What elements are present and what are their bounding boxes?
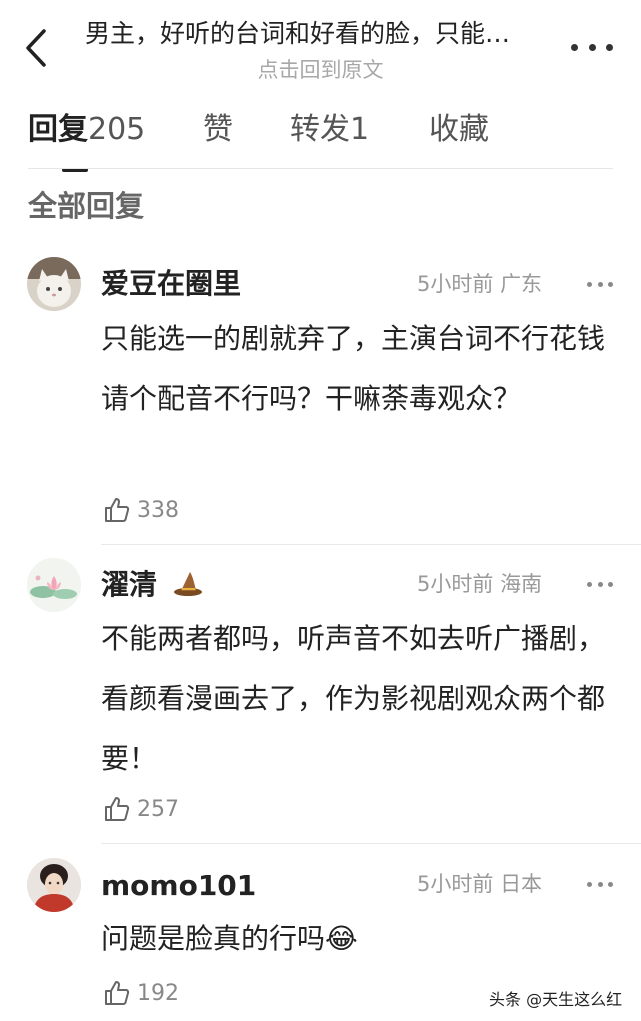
tab-likes-label: 赞 — [203, 112, 233, 147]
tab-replies-label: 回复 — [28, 112, 88, 147]
dot-icon — [608, 281, 613, 287]
dot-icon — [597, 881, 603, 887]
like-count: 257 — [137, 796, 179, 822]
dot-icon — [608, 881, 613, 887]
username-row: 濯清 — [101, 565, 203, 605]
dot-icon — [588, 43, 596, 51]
avatar[interactable] — [27, 257, 81, 311]
thumbs-up-icon — [105, 797, 130, 821]
dot-icon — [608, 581, 613, 587]
comment-more-button[interactable] — [587, 879, 613, 889]
comment-more-button[interactable] — [587, 279, 613, 289]
dot-icon — [606, 43, 613, 51]
tab-likes[interactable]: 赞 — [203, 108, 233, 152]
comment-item: 濯清 5小时前 海南 不能两者都吗，听声音不如去听广播剧，看颜看漫画去了，作为影… — [0, 545, 641, 845]
dot-icon — [597, 281, 603, 287]
comment-time: 5小时前 — [417, 872, 494, 896]
comment-time: 5小时前 — [417, 572, 494, 596]
tab-favorites-label: 收藏 — [429, 112, 489, 147]
thumbs-up-icon — [105, 981, 130, 1005]
laughing-emoji-icon: 😂 — [325, 922, 358, 955]
cat-avatar-icon — [27, 257, 81, 311]
dot-icon — [597, 581, 603, 587]
back-to-original-link[interactable]: 点击回到原文 — [0, 54, 641, 84]
comment-location: 海南 — [500, 572, 543, 596]
username[interactable]: 爱豆在圈里 — [101, 264, 241, 304]
dot-icon — [587, 881, 592, 887]
dot-icon — [571, 43, 578, 51]
tab-replies[interactable]: 回复205 — [28, 108, 145, 152]
comment-meta: 5小时前 广东 — [417, 269, 542, 299]
comment-text-row: 问题是脸真的行吗😂 — [101, 909, 616, 969]
comment-item: 爱豆在圈里 5小时前 广东 只能选一的剧就弃了，主演台词不行花钱请个配音不行吗？… — [0, 250, 641, 545]
comment-meta: 5小时前 海南 — [417, 569, 542, 599]
comment-text: 只能选一的剧就弃了，主演台词不行花钱请个配音不行吗？干嘛荼毒观众？ — [101, 322, 606, 415]
avatar[interactable] — [27, 558, 81, 612]
more-options-button[interactable] — [571, 36, 613, 58]
tab-replies-count: 205 — [88, 112, 146, 147]
lotus-avatar-icon — [27, 558, 81, 612]
username[interactable]: momo101 — [101, 866, 256, 906]
tab-reposts-count: 1 — [350, 112, 370, 147]
username[interactable]: 濯清 — [101, 568, 157, 601]
tab-favorites[interactable]: 收藏 — [429, 108, 489, 152]
top-bar: 男主，好听的台词和好看的脸，只能… 点击回到原文 — [0, 0, 641, 95]
thumbs-up-icon — [105, 498, 130, 522]
post-title[interactable]: 男主，好听的台词和好看的脸，只能… — [85, 18, 555, 50]
comment-text: 问题是脸真的行吗 — [101, 922, 326, 955]
comment-time: 5小时前 — [417, 272, 494, 296]
tabs-divider — [28, 168, 613, 169]
comment-text: 不能两者都吗，听声音不如去听广播剧，看颜看漫画去了，作为影视剧观众两个都要！ — [101, 622, 606, 775]
section-title: 全部回复 — [28, 189, 145, 223]
comment-more-button[interactable] — [587, 579, 613, 589]
dot-icon — [587, 581, 592, 587]
comment-item: momo101 5小时前 日本 问题是脸真的行吗😂 192 — [0, 845, 641, 1006]
like-button[interactable]: 257 — [103, 792, 179, 826]
comment-location: 广东 — [500, 272, 543, 296]
comment-meta: 5小时前 日本 — [417, 869, 542, 899]
comment-location: 日本 — [500, 872, 543, 896]
like-button[interactable]: 192 — [103, 976, 179, 1010]
comment-divider — [101, 843, 641, 844]
woman-avatar-icon — [27, 858, 81, 912]
like-button[interactable]: 338 — [103, 493, 179, 527]
watermark: 头条 @天生这么红 — [489, 990, 623, 1009]
tab-reposts-label: 转发 — [290, 112, 350, 147]
tab-bar: 回复205 赞 转发1 收藏 — [28, 108, 613, 172]
avatar[interactable] — [27, 858, 81, 912]
wizard-hat-icon — [173, 572, 202, 596]
dot-icon — [587, 281, 592, 287]
tab-reposts[interactable]: 转发1 — [290, 108, 369, 152]
like-count: 192 — [137, 980, 179, 1006]
like-count: 338 — [137, 497, 179, 523]
